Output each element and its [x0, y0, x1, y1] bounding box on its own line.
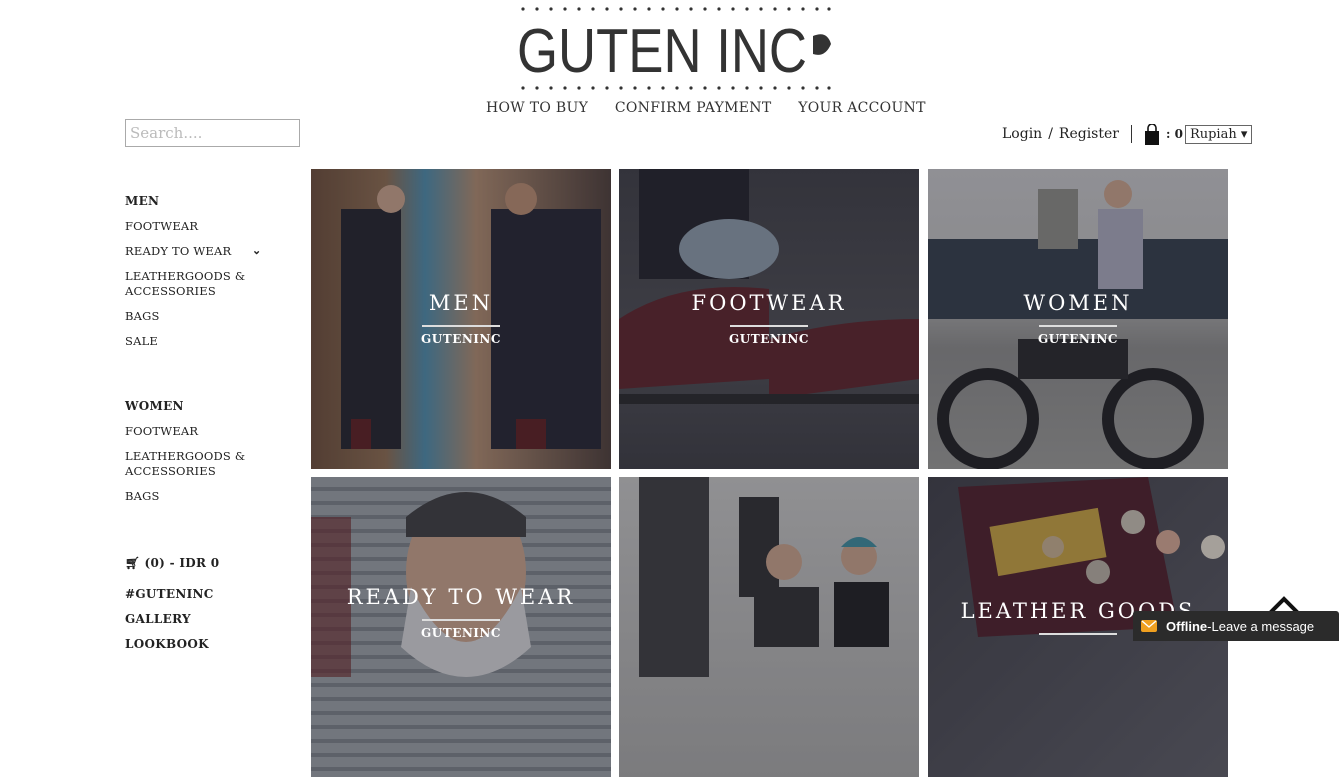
sidebar-men-leathergoods[interactable]: LEATHERGOODS & — [125, 269, 245, 284]
tile-divider — [422, 619, 500, 621]
tile-subtitle: GUTENINC — [421, 332, 501, 346]
logo-text: GUTEN INC — [517, 17, 807, 86]
chat-widget[interactable]: Offline - Leave a message — [1133, 611, 1339, 641]
nav-confirm-payment[interactable]: CONFIRM PAYMENT — [615, 100, 772, 116]
guten-inc-logo[interactable]: GUTEN INC — [517, 6, 833, 92]
category-tile-ready-to-wear[interactable]: READY TO WEAR GUTENINC — [311, 477, 611, 777]
tile-title: MEN — [428, 291, 494, 315]
login-separator: / — [1048, 126, 1053, 142]
tile-shade — [311, 169, 611, 469]
tile-divider — [422, 325, 500, 327]
tile-title: READY TO WEAR — [346, 585, 576, 609]
tile-divider — [1039, 325, 1117, 327]
sidebar-cart[interactable]: 🛒︎ (0) - IDR 0 — [125, 556, 219, 570]
tile-subtitle: GUTENINC — [729, 332, 809, 346]
sidebar-lookbook[interactable]: LOOKBOOK — [125, 637, 209, 651]
sidebar-cart-summary: (0) - IDR 0 — [144, 556, 220, 570]
tile-shade — [619, 477, 919, 777]
cart-count: : 0 — [1165, 127, 1183, 141]
tile-shade — [619, 169, 919, 469]
shopping-bag-icon[interactable] — [1144, 123, 1160, 145]
sidebar-men-accessories[interactable]: ACCESSORIES — [125, 284, 216, 299]
sidebar-men-bags[interactable]: BAGS — [125, 309, 160, 324]
tile-subtitle: GUTENINC — [1038, 332, 1118, 346]
category-tile-men[interactable]: MEN GUTENINC — [311, 169, 611, 469]
sidebar-gallery[interactable]: GALLERY — [125, 612, 191, 626]
tile-title: WOMEN — [1023, 291, 1133, 315]
register-link[interactable]: Register — [1059, 126, 1119, 142]
category-tile-couple[interactable] — [619, 477, 919, 777]
login-link[interactable]: Login — [1002, 126, 1042, 142]
envelope-icon — [1141, 620, 1157, 632]
sidebar-men-heading[interactable]: MEN — [125, 194, 159, 208]
tile-title: FOOTWEAR — [691, 291, 847, 315]
sidebar-men-ready-to-wear[interactable]: READY TO WEAR — [125, 244, 231, 259]
sidebar-men-footwear[interactable]: FOOTWEAR — [125, 219, 198, 234]
category-tile-women[interactable]: WOMEN GUTENINC — [928, 169, 1228, 469]
sidebar-women-bags[interactable]: BAGS — [125, 489, 160, 504]
sidebar-women-heading[interactable]: WOMEN — [125, 399, 184, 413]
sidebar-hashtag[interactable]: #GUTENINC — [125, 587, 214, 601]
category-tile-footwear[interactable]: FOOTWEAR GUTENINC — [619, 169, 919, 469]
cart-icon: 🛒︎ — [125, 556, 141, 570]
top-nav: HOW TO BUY CONFIRM PAYMENT YOUR ACCOUNT — [486, 100, 948, 116]
tile-divider — [730, 325, 808, 327]
chat-status: Offline — [1166, 618, 1208, 634]
sidebar-women-accessories[interactable]: ACCESSORIES — [125, 464, 216, 479]
tile-shade — [928, 169, 1228, 469]
sidebar-women-footwear[interactable]: FOOTWEAR — [125, 424, 198, 439]
tile-divider — [1039, 633, 1117, 635]
divider — [1130, 125, 1132, 143]
search-input[interactable] — [125, 119, 300, 147]
nav-how-to-buy[interactable]: HOW TO BUY — [486, 100, 588, 116]
tile-subtitle: GUTENINC — [421, 626, 501, 640]
sidebar-women-leathergoods[interactable]: LEATHERGOODS & — [125, 449, 245, 464]
chevron-down-icon[interactable]: ⌄ — [252, 244, 261, 257]
chat-message: Leave a message — [1211, 618, 1315, 634]
dropdown-arrow-icon: ▾ — [1240, 126, 1248, 142]
currency-value: Rupiah — [1189, 126, 1237, 142]
currency-select[interactable]: Rupiah ▾ — [1184, 124, 1253, 144]
account-bar: Login / Register : 0 Rupiah ▾ — [1002, 123, 1253, 145]
nav-your-account[interactable]: YOUR ACCOUNT — [798, 100, 926, 116]
sidebar-men-sale[interactable]: SALE — [125, 334, 158, 349]
